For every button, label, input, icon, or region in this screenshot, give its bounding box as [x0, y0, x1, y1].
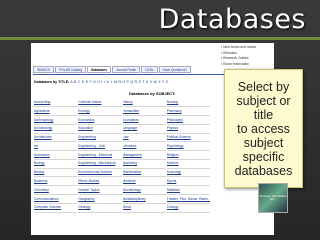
subject-link[interactable]: Theater, Film, Dance, Radio, Television: [166, 196, 210, 204]
subject-link[interactable]: Multidisciplinary: [122, 196, 166, 204]
subject-link[interactable]: Humanities: [122, 108, 166, 116]
subject-link[interactable]: Microbiology: [122, 187, 166, 195]
subject-link[interactable]: Science: [166, 160, 210, 169]
subject-link[interactable]: Ecology: [78, 108, 122, 116]
subject-link[interactable]: Botany: [34, 169, 78, 178]
ad-thumbnail-text: Discover the Perfect Sp...: [259, 193, 287, 201]
subject-link[interactable]: Agriculture: [34, 108, 78, 116]
subject-link[interactable]: Ethnic Studies: [78, 178, 122, 187]
subject-link[interactable]: Statistics: [166, 187, 210, 195]
subject-link[interactable]: Astronomy: [34, 152, 78, 160]
tab-dvds[interactable]: DVDs: [141, 66, 158, 73]
by-subject-label: Databases by SUBJECT:: [129, 91, 176, 96]
callout-note: Select by subject or title to access sub…: [224, 69, 303, 188]
subject-link[interactable]: Political Science: [166, 134, 210, 143]
subject-link[interactable]: Journalism: [122, 117, 166, 125]
subject-link[interactable]: Art: [34, 143, 78, 152]
subject-link[interactable]: Mathematics: [122, 169, 166, 178]
right-link[interactable]: • Room reservation: [221, 62, 271, 68]
subject-link[interactable]: Accounting: [34, 99, 78, 108]
subject-link[interactable]: Economics: [78, 117, 122, 125]
tab-databases[interactable]: Databases: [86, 66, 111, 73]
subject-link[interactable]: Archaeology: [34, 125, 78, 134]
subject-link[interactable]: Medicine: [122, 178, 166, 187]
subject-link[interactable]: Architecture: [34, 134, 78, 143]
subject-link[interactable]: Philosophy: [166, 117, 210, 125]
subject-link[interactable]: Education: [78, 125, 122, 134]
subject-link[interactable]: Engineering: [78, 134, 122, 143]
subject-link[interactable]: Biology: [34, 160, 78, 169]
right-link-list: • New books and media • Refworks • Researc…: [221, 45, 271, 67]
slide-title: Databases: [158, 4, 306, 35]
subject-link[interactable]: Management: [122, 152, 166, 160]
alphabet-links[interactable]: A B C D E F G H I J K L M N O P Q R S T …: [70, 80, 168, 84]
tab-journal-finder[interactable]: Journal Finder: [111, 66, 141, 73]
by-title-label: Databases by TITLE:: [34, 80, 70, 84]
by-title-row: Databases by TITLE: A B C D E F G H I J …: [34, 80, 168, 84]
subject-link[interactable]: Communications: [34, 196, 78, 204]
callout-text: Select by subject or title to access sub…: [234, 79, 293, 178]
subject-link[interactable]: Marketing: [122, 160, 166, 169]
subject-link[interactable]: Nursing: [166, 99, 210, 108]
tab-polar-catalog[interactable]: POLAR Catalog: [55, 66, 86, 73]
subject-link[interactable]: Pharmacy: [166, 108, 210, 116]
subject-link[interactable]: Literature: [122, 143, 166, 152]
subject-link[interactable]: Sociology: [166, 169, 210, 178]
subject-link[interactable]: Language: [122, 125, 166, 134]
subject-link[interactable]: Computer Science: [34, 204, 78, 213]
ad-thumbnail[interactable]: Discover the Perfect Sp...: [258, 183, 288, 213]
subject-link[interactable]: Business: [34, 178, 78, 187]
subject-link[interactable]: Criminal Justice: [78, 99, 122, 108]
subject-link[interactable]: Music: [122, 204, 166, 213]
subject-link[interactable]: Geology: [78, 204, 122, 213]
subject-link[interactable]: Psychology: [166, 143, 210, 152]
subject-link[interactable]: Anthropology: [34, 117, 78, 125]
tab-bar: SEARCH POLAR Catalog Databases Journal Find…: [33, 66, 192, 73]
tab-search[interactable]: SEARCH: [33, 66, 55, 73]
subject-link[interactable]: Sports: [166, 178, 210, 187]
subject-link[interactable]: Engineering - Mechanical: [78, 160, 122, 169]
subject-link[interactable]: Environmental Science: [78, 169, 122, 178]
tab-have-questions[interactable]: Have Questions?: [158, 66, 192, 73]
subject-link[interactable]: Law: [122, 134, 166, 143]
subject-link[interactable]: Geography: [78, 196, 122, 204]
subject-link[interactable]: Engineering - Electrical: [78, 152, 122, 160]
subject-link[interactable]: Engineering - Civil: [78, 143, 122, 152]
subject-link[interactable]: History: [122, 99, 166, 108]
subject-grid: Accounting Criminal Justice History Nursing…: [34, 99, 210, 213]
subject-link[interactable]: Chemistry: [34, 187, 78, 195]
title-underline: [0, 37, 320, 40]
subject-link[interactable]: Gender Topics: [78, 187, 122, 195]
subject-link[interactable]: Religion: [166, 152, 210, 160]
subject-link[interactable]: Physics: [166, 125, 210, 134]
subject-link[interactable]: Zoology: [166, 204, 210, 213]
